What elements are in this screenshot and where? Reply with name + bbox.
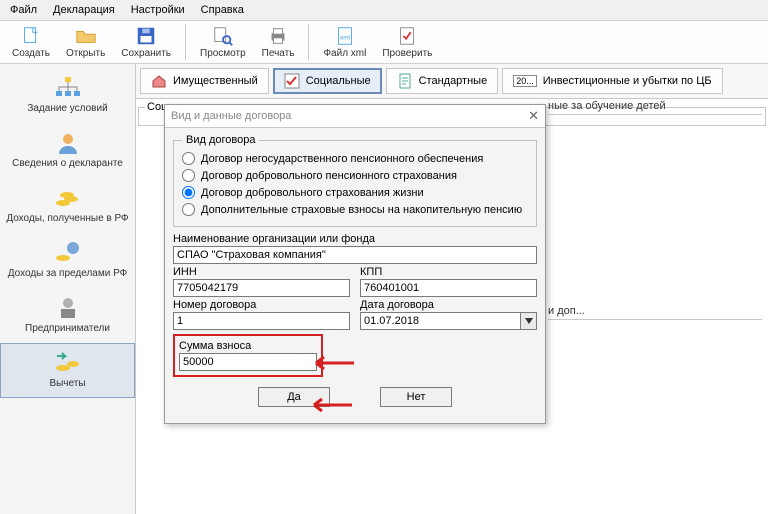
contract-dialog: Вид и данные договора ✕ Вид договора Дог… [164, 104, 546, 424]
radio-life-insurance[interactable]: Договор добровольного страхования жизни [182, 184, 528, 201]
toolbar-label: Открыть [66, 48, 105, 59]
svg-text:xml: xml [340, 35, 350, 42]
menu-file[interactable]: Файл [4, 2, 43, 18]
sidebar-label: Предприниматели [25, 323, 110, 334]
open-button[interactable]: Открыть [58, 23, 113, 61]
radio-label: Договор добровольного страхования жизни [201, 187, 424, 199]
checklist-icon [284, 73, 300, 89]
sidebar-label: Сведения о декларанте [12, 158, 123, 169]
org-label: Наименование организации или фонда [173, 233, 537, 245]
floppy-icon [135, 25, 157, 47]
person-icon [53, 130, 83, 156]
menu-help[interactable]: Справка [195, 2, 250, 18]
sidebar-item-income-abroad[interactable]: Доходы за пределами РФ [0, 233, 135, 288]
dialog-title: Вид и данные договора [171, 110, 291, 122]
house-icon [151, 73, 167, 89]
contract-number-input[interactable] [173, 312, 350, 330]
sidebar-label: Доходы за пределами РФ [8, 268, 127, 279]
sidebar-item-entrepreneurs[interactable]: Предприниматели [0, 288, 135, 343]
children-education-header: ные за обучение детей [548, 100, 762, 115]
coins-return-icon [53, 350, 83, 376]
sidebar-label: Вычеты [49, 378, 85, 389]
toolbar-label: Файл xml [323, 48, 366, 59]
toolbar-label: Проверить [382, 48, 432, 59]
magnifier-icon [212, 25, 234, 47]
group-legend: Вид договора [182, 134, 259, 146]
tab-label: Стандартные [419, 75, 488, 87]
toolbar-label: Сохранить [121, 48, 171, 59]
contract-date-label: Дата договора [360, 299, 537, 311]
date-dropdown-button[interactable] [521, 312, 537, 330]
org-input[interactable] [173, 246, 537, 264]
right-column: ные за обучение детей и доп... [548, 100, 762, 320]
inn-label: ИНН [173, 266, 350, 278]
sum-label: Сумма взноса [179, 340, 317, 352]
sum-input[interactable] [179, 353, 317, 371]
tab-label: Социальные [306, 75, 371, 87]
radio-label: Договор добровольного пенсионного страхо… [201, 170, 457, 182]
no-button[interactable]: Нет [380, 387, 452, 407]
contract-type-group: Вид договора Договор негосударственного … [173, 134, 537, 227]
tab-label: Имущественный [173, 75, 258, 87]
radio-label: Договор негосударственного пенсионного о… [201, 153, 483, 165]
tab-property[interactable]: Имущественный [140, 68, 269, 94]
hierarchy-icon [53, 75, 83, 101]
menu-settings[interactable]: Настройки [125, 2, 191, 18]
preview-button[interactable]: Просмотр [192, 23, 254, 61]
kpp-label: КПП [360, 266, 537, 278]
sidebar-item-deductions[interactable]: Вычеты [0, 343, 135, 398]
check-icon [396, 25, 418, 47]
tab-investment[interactable]: 20... Инвестиционные и убытки по ЦБ [502, 68, 722, 94]
sidebar-item-conditions[interactable]: Задание условий [0, 68, 135, 123]
contract-date-input[interactable] [360, 312, 521, 330]
radio-npf[interactable]: Договор негосударственного пенсионного о… [182, 150, 528, 167]
sidebar-label: Доходы, полученные в РФ [6, 213, 128, 224]
save-button[interactable]: Сохранить [113, 23, 179, 61]
globe-coins-icon [53, 240, 83, 266]
sidebar-label: Задание условий [27, 103, 107, 114]
tab-label: Инвестиционные и убытки по ЦБ [543, 75, 712, 87]
tab-social[interactable]: Социальные [273, 68, 382, 94]
document-icon [397, 73, 413, 89]
create-button[interactable]: Создать [4, 23, 58, 61]
kpp-input[interactable] [360, 279, 537, 297]
chevron-down-icon [525, 318, 533, 324]
contract-number-label: Номер договора [173, 299, 350, 311]
tabs: Имущественный Социальные Стандартные 20.… [136, 64, 768, 99]
badge-icon: 20... [513, 75, 537, 87]
briefcase-person-icon [53, 295, 83, 321]
yes-button[interactable]: Да [258, 387, 330, 407]
toolbar-label: Просмотр [200, 48, 246, 59]
folder-open-icon [75, 25, 97, 47]
xml-file-icon: xml [334, 25, 356, 47]
dialog-titlebar: Вид и данные договора ✕ [165, 105, 545, 128]
separator [308, 24, 309, 60]
sidebar-item-income-rf[interactable]: Доходы, полученные в РФ [0, 178, 135, 233]
print-button[interactable]: Печать [254, 23, 303, 61]
sidebar-item-declarant[interactable]: Сведения о декларанте [0, 123, 135, 178]
printer-icon [267, 25, 289, 47]
toolbar-label: Создать [12, 48, 50, 59]
extra-row: и доп... [548, 305, 762, 320]
radio-label: Дополнительные страховые взносы на накоп… [201, 204, 522, 216]
main-toolbar: Создать Открыть Сохранить Просмотр Печат… [0, 21, 768, 64]
menu-bar: Файл Декларация Настройки Справка [0, 0, 768, 21]
menu-declaration[interactable]: Декларация [47, 2, 121, 18]
coins-icon [53, 185, 83, 211]
xml-button[interactable]: xml Файл xml [315, 23, 374, 61]
close-icon[interactable]: ✕ [528, 108, 539, 124]
sum-highlight: Сумма взноса [173, 334, 323, 377]
separator [185, 24, 186, 60]
radio-extra-contrib[interactable]: Дополнительные страховые взносы на накоп… [182, 201, 528, 218]
check-button[interactable]: Проверить [374, 23, 440, 61]
new-file-icon [20, 25, 42, 47]
tab-standard[interactable]: Стандартные [386, 68, 499, 94]
toolbar-label: Печать [262, 48, 295, 59]
inn-input[interactable] [173, 279, 350, 297]
sidebar: Задание условий Сведения о декларанте До… [0, 64, 136, 514]
radio-voluntary-pension[interactable]: Договор добровольного пенсионного страхо… [182, 167, 528, 184]
